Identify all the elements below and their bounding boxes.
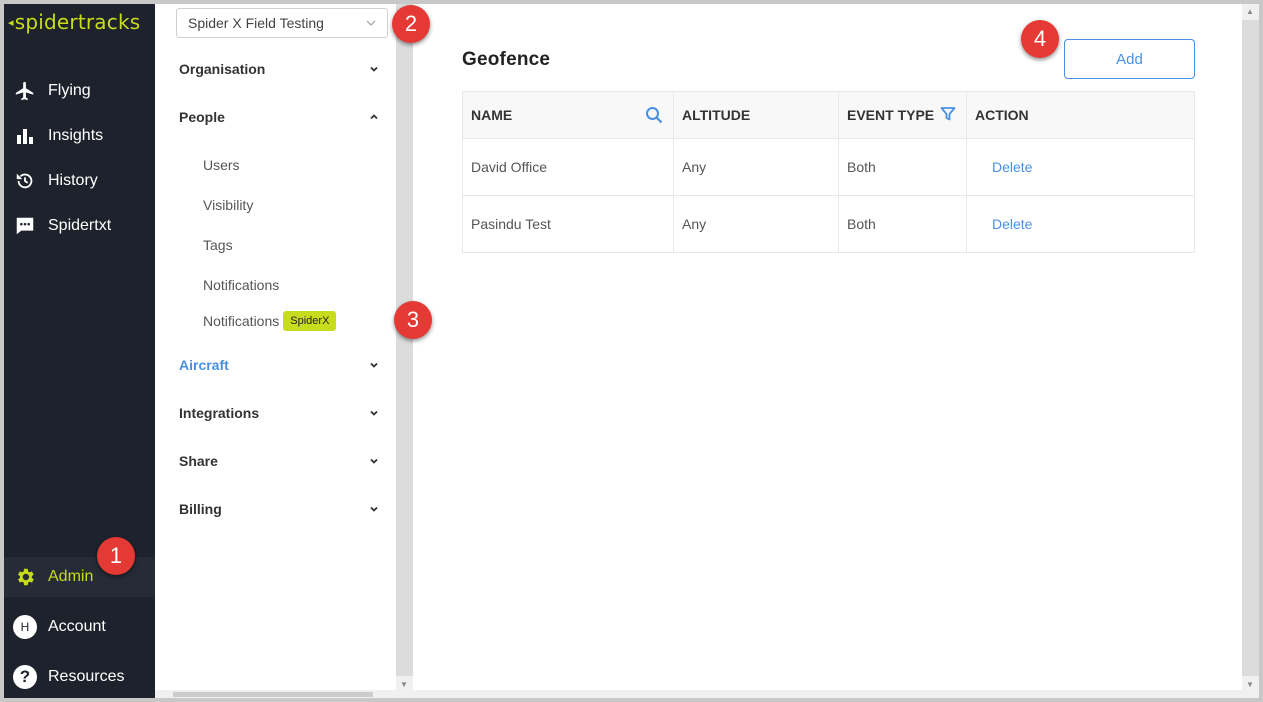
- section-label: Integrations: [179, 405, 260, 421]
- avatar: H: [13, 615, 37, 639]
- caret-left-icon: ◂: [8, 16, 14, 29]
- annotation-badge-3: 3: [394, 301, 432, 339]
- organisation-select-value: Spider X Field Testing: [188, 15, 324, 31]
- section-label: Share: [179, 453, 218, 469]
- gear-icon: [13, 565, 37, 589]
- spidertracks-logo[interactable]: ◂spidertracks: [8, 10, 140, 34]
- chevron-down-icon: [369, 405, 379, 421]
- nav-label: History: [48, 172, 98, 189]
- chat-icon: [13, 214, 37, 238]
- delete-link[interactable]: Delete: [975, 216, 1032, 232]
- nav-item-account[interactable]: H Account: [4, 607, 155, 647]
- column-header-name: NAME: [462, 91, 674, 139]
- admin-sidebar: Spider X Field Testing Organisation Peop…: [155, 4, 396, 698]
- sidebar-section-share[interactable]: Share: [179, 449, 379, 473]
- cell-altitude: Any: [673, 138, 839, 196]
- nav-label: Flying: [48, 82, 91, 99]
- section-label: Aircraft: [179, 357, 229, 373]
- column-header-altitude: ALTITUDE: [673, 91, 839, 139]
- annotation-badge-4: 4: [1021, 20, 1059, 58]
- nav-item-resources[interactable]: ? Resources: [4, 657, 155, 697]
- cell-altitude: Any: [673, 195, 839, 253]
- column-header-event-type: EVENT TYPE: [838, 91, 967, 139]
- main-horizontal-scrollbar[interactable]: [413, 690, 1242, 698]
- sidebar-horizontal-scrollbar[interactable]: [155, 690, 396, 698]
- cell-action: Delete: [966, 138, 1195, 196]
- nav-label: Account: [48, 618, 106, 635]
- avatar-icon: H: [13, 615, 37, 639]
- main-nav: ◂spidertracks Flying Insights History Sp…: [4, 4, 155, 698]
- item-label: Notifications: [203, 313, 280, 329]
- history-icon: [13, 169, 37, 193]
- add-button[interactable]: Add: [1064, 39, 1195, 79]
- page-title: Geofence: [462, 49, 551, 70]
- organisation-select[interactable]: Spider X Field Testing: [176, 8, 388, 38]
- sidebar-item-notifications-spiderx[interactable]: Notifications SpiderX: [203, 311, 337, 331]
- app-window: ◂spidertracks Flying Insights History Sp…: [4, 4, 1259, 698]
- table-header-row: NAME ALTITUDE EVENT TYPE ACTION: [462, 91, 1195, 139]
- scrollbar-thumb[interactable]: [396, 4, 413, 676]
- sidebar-scrollbar[interactable]: ▼: [396, 4, 413, 698]
- delete-link[interactable]: Delete: [975, 159, 1032, 175]
- chevron-up-icon: [369, 109, 379, 125]
- sidebar-item-visibility[interactable]: Visibility: [203, 197, 253, 213]
- item-label: Visibility: [203, 197, 254, 213]
- spiderx-badge: SpiderX: [283, 311, 337, 331]
- arrow-down-icon[interactable]: ▼: [400, 680, 408, 689]
- bar-chart-icon: [13, 124, 37, 148]
- sidebar-section-integrations[interactable]: Integrations: [179, 401, 379, 425]
- sidebar-section-people[interactable]: People: [179, 105, 379, 129]
- annotation-badge-1: 1: [97, 537, 135, 575]
- nav-label: Admin: [48, 568, 94, 585]
- section-label: Billing: [179, 501, 222, 517]
- table-row: David Office Any Both Delete: [462, 138, 1195, 196]
- arrow-up-icon[interactable]: ▲: [1246, 7, 1254, 16]
- nav-item-insights[interactable]: Insights: [4, 116, 155, 156]
- search-icon[interactable]: [645, 106, 663, 127]
- annotation-badge-2: 2: [392, 5, 430, 43]
- scrollbar-thumb[interactable]: [1242, 20, 1259, 676]
- cell-event-type: Both: [838, 138, 967, 196]
- sidebar-section-aircraft[interactable]: Aircraft: [179, 353, 379, 377]
- sidebar-item-notifications[interactable]: Notifications: [203, 277, 279, 293]
- nav-item-flying[interactable]: Flying: [4, 71, 155, 111]
- nav-label: Resources: [48, 668, 125, 685]
- arrow-down-icon[interactable]: ▼: [1246, 680, 1254, 689]
- chevron-down-icon: [369, 501, 379, 517]
- item-label: Tags: [203, 237, 233, 253]
- chevron-down-icon: [369, 453, 379, 469]
- item-label: Users: [203, 157, 240, 173]
- sidebar-item-tags[interactable]: Tags: [203, 237, 233, 253]
- filter-icon[interactable]: [940, 106, 956, 125]
- logo-text: spidertracks: [14, 10, 141, 34]
- item-label: Notifications: [203, 277, 280, 293]
- nav-item-history[interactable]: History: [4, 161, 155, 201]
- help-icon: ?: [13, 665, 37, 689]
- plane-icon: [13, 79, 37, 103]
- section-label: People: [179, 109, 225, 125]
- chevron-down-icon: [365, 16, 377, 32]
- cell-name: David Office: [462, 138, 674, 196]
- main-scrollbar[interactable]: ▲ ▼: [1242, 4, 1259, 698]
- sidebar-section-billing[interactable]: Billing: [179, 497, 379, 521]
- nav-label: Spidertxt: [48, 217, 112, 234]
- nav-label: Insights: [48, 127, 104, 144]
- sidebar-item-users[interactable]: Users: [203, 157, 240, 173]
- scrollbar-thumb[interactable]: [173, 692, 373, 697]
- sidebar-section-organisation[interactable]: Organisation: [179, 57, 379, 81]
- geofence-table: NAME ALTITUDE EVENT TYPE ACTION David Of…: [462, 91, 1195, 253]
- section-label: Organisation: [179, 61, 266, 77]
- cell-name: Pasindu Test: [462, 195, 674, 253]
- table-row: Pasindu Test Any Both Delete: [462, 195, 1195, 253]
- chevron-down-icon: [369, 357, 379, 373]
- chevron-down-icon: [369, 61, 379, 77]
- nav-item-spidertxt[interactable]: Spidertxt: [4, 206, 155, 246]
- cell-event-type: Both: [838, 195, 967, 253]
- cell-action: Delete: [966, 195, 1195, 253]
- column-header-action: ACTION: [966, 91, 1195, 139]
- main-content: Geofence Add NAME ALTITUDE EVENT TYPE AC…: [413, 4, 1242, 690]
